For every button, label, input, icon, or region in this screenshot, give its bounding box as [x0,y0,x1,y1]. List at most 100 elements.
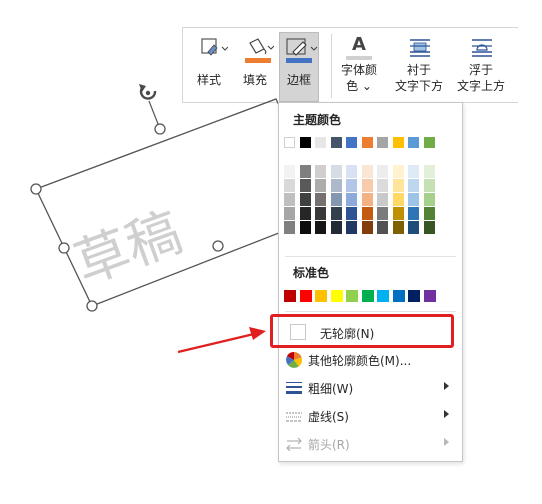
theme-shade-swatch[interactable] [330,165,342,178]
font-color-icon: A [352,34,366,55]
theme-shade-swatch[interactable] [361,179,373,192]
theme-shade-swatch[interactable] [315,179,326,192]
theme-color-swatch[interactable] [423,137,435,148]
theme-shade-swatch[interactable] [392,165,404,178]
theme-color-swatch[interactable] [361,137,373,148]
handle-top-left[interactable] [30,183,42,195]
infront-text-icon [472,39,492,57]
handle-top-center[interactable] [154,123,166,135]
theme-shade-swatch[interactable] [377,221,388,234]
theme-shade-swatch[interactable] [392,193,404,206]
theme-shade-swatch[interactable] [423,165,435,178]
standard-color-swatch[interactable] [299,290,312,302]
theme-shade-swatch[interactable] [315,207,326,220]
color-wheel-icon [286,352,302,368]
theme-shade-swatch[interactable] [346,193,357,206]
theme-shade-swatch[interactable] [377,165,388,178]
standard-color-swatch[interactable] [346,290,358,302]
theme-shade-swatch[interactable] [346,179,357,192]
arrows-item[interactable]: 箭头(R) [280,432,461,456]
theme-shade-swatch[interactable] [315,221,326,234]
theme-color-swatch[interactable] [315,137,326,148]
style-icon [201,38,228,56]
theme-shade-swatch[interactable] [392,179,404,192]
dash-line-icon [286,412,302,422]
style-button[interactable]: 样式 [189,32,229,102]
theme-shade-swatch[interactable] [284,165,295,178]
theme-shade-swatch[interactable] [377,207,388,220]
standard-color-swatch[interactable] [408,290,420,302]
standard-color-swatch[interactable] [377,290,389,302]
theme-shade-swatch[interactable] [377,179,388,192]
theme-shade-swatch[interactable] [299,207,311,220]
standard-color-swatch[interactable] [423,290,436,302]
standard-color-swatch[interactable] [361,290,374,302]
rotate-handle-icon[interactable] [139,84,157,100]
theme-shade-swatch[interactable] [361,207,373,220]
weight-item[interactable]: 粗细(W) [280,376,461,400]
shape-format-toolbar: 样式 填充 边框 A 字体颜 色 ⌄ 衬于 文字下方 浮于 文字上方 [182,27,518,103]
infront-text-label-line1: 浮于 [468,63,493,77]
theme-shade-swatch[interactable] [284,179,295,192]
menu-divider [285,256,456,257]
standard-color-swatch[interactable] [330,290,343,302]
theme-shade-swatch[interactable] [284,193,295,206]
textbox-text[interactable]: 草稿 [67,200,190,296]
standard-color-swatch[interactable] [315,290,327,302]
theme-color-swatch[interactable] [377,137,388,148]
theme-shade-swatch[interactable] [346,207,357,220]
theme-shade-swatch[interactable] [392,221,404,234]
theme-shade-swatch[interactable] [299,221,311,234]
behind-text-button[interactable]: 衬于 文字下方 [389,32,449,102]
theme-shade-swatch[interactable] [423,207,435,220]
theme-shade-swatch[interactable] [377,193,388,206]
theme-shade-swatch[interactable] [392,207,404,220]
border-label: 边框 [286,73,311,87]
theme-shade-swatch[interactable] [408,221,419,234]
more-outline-colors-item[interactable]: 其他轮廓颜色(M)... [280,348,461,372]
handle-bottom-left[interactable] [86,300,98,312]
theme-color-swatch[interactable] [408,137,419,148]
theme-shade-swatch[interactable] [346,165,357,178]
standard-color-swatch[interactable] [392,290,405,302]
border-button[interactable]: 边框 [279,32,319,102]
theme-shade-swatch[interactable] [330,207,342,220]
theme-shade-swatch[interactable] [423,193,435,206]
theme-shade-swatch[interactable] [408,179,419,192]
theme-shade-swatch[interactable] [346,221,357,234]
border-pen-icon [286,38,318,63]
standard-color-swatch[interactable] [284,290,296,302]
theme-color-swatch[interactable] [299,137,311,148]
theme-shade-swatch[interactable] [408,193,419,206]
theme-shade-swatch[interactable] [330,179,342,192]
font-color-button[interactable]: A 字体颜 色 ⌄ [333,32,385,102]
theme-color-swatch[interactable] [392,137,404,148]
theme-color-swatch[interactable] [346,137,357,148]
theme-shade-swatch[interactable] [299,193,311,206]
theme-shade-swatch[interactable] [284,221,295,234]
theme-shade-swatch[interactable] [423,221,435,234]
theme-shade-swatch[interactable] [299,165,311,178]
infront-text-button[interactable]: 浮于 文字上方 [451,32,511,102]
toolbar-separator [331,34,332,98]
theme-color-swatch[interactable] [330,137,342,148]
theme-shade-swatch[interactable] [315,165,326,178]
handle-bottom-center[interactable] [212,240,224,252]
theme-shade-swatch[interactable] [284,207,295,220]
theme-shade-swatch[interactable] [408,207,419,220]
theme-color-swatch[interactable] [284,137,295,148]
submenu-arrow-icon [444,438,449,446]
theme-shade-swatch[interactable] [299,179,311,192]
theme-shade-swatch[interactable] [361,221,373,234]
theme-shade-swatch[interactable] [330,193,342,206]
theme-shade-swatch[interactable] [423,179,435,192]
fill-button[interactable]: 填充 [235,32,275,102]
handle-middle-left[interactable] [58,242,70,254]
theme-shade-swatch[interactable] [408,165,419,178]
theme-shade-swatch[interactable] [330,221,342,234]
theme-shade-swatch[interactable] [361,165,373,178]
theme-shade-swatch[interactable] [361,193,373,206]
theme-shade-swatch[interactable] [315,193,326,206]
dashes-item[interactable]: 虚线(S) [280,404,461,428]
border-dropdown-menu: 主题颜色 标准色 无轮廓(N) 其他轮廓颜色(M)... 粗细(W) 虚线(S)… [278,102,463,462]
